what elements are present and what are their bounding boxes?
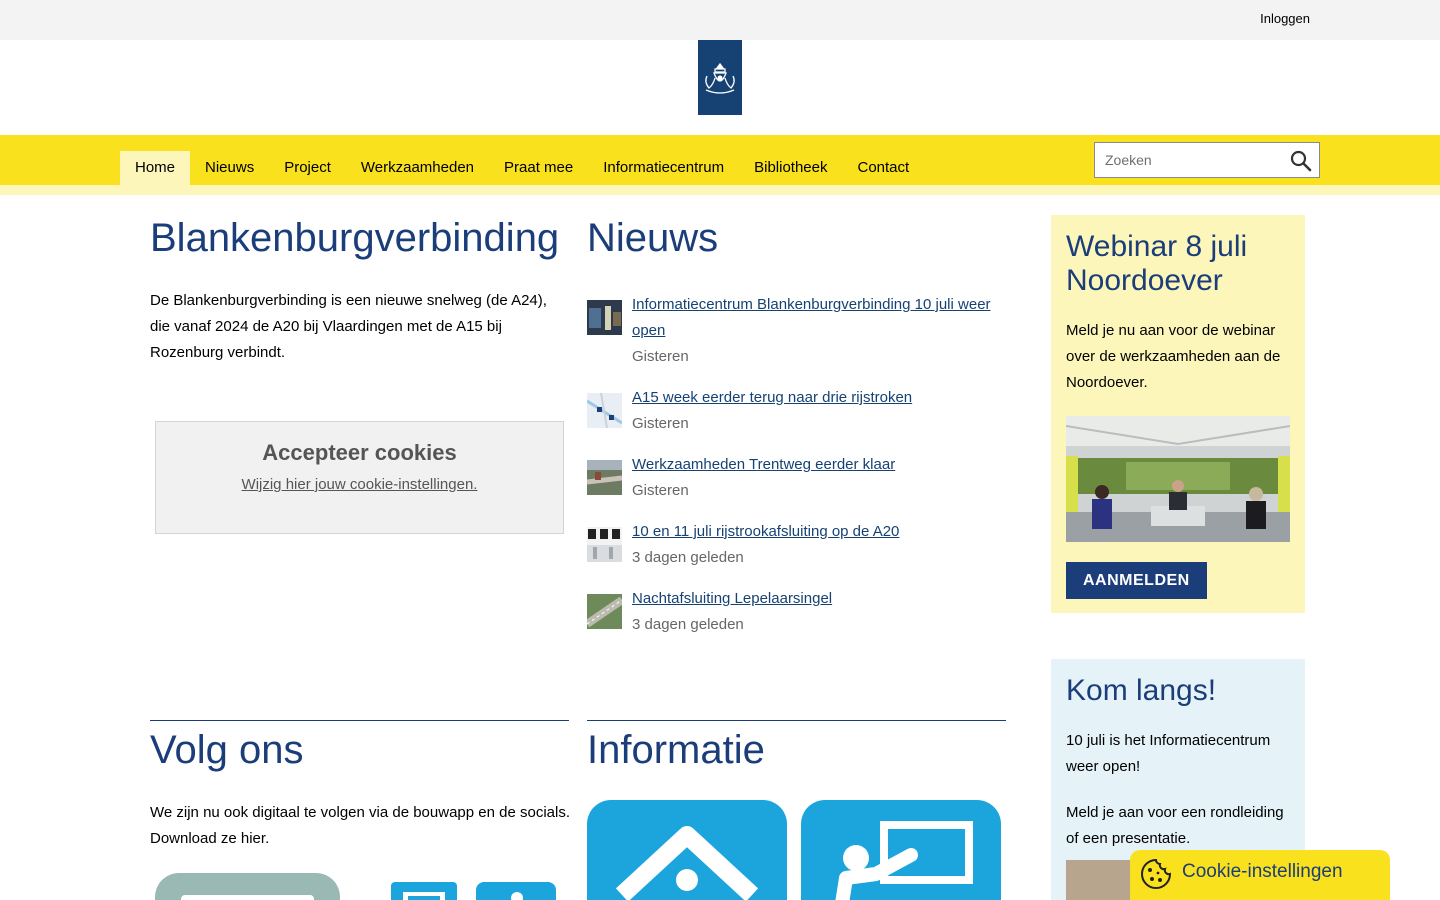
news-date: Gisteren: [632, 348, 689, 365]
news-thumbnail[interactable]: [587, 460, 622, 495]
kom-langs-text-1: 10 juli is het Informatiecentrum weer op…: [1066, 732, 1271, 775]
volg-ons-heading: Volg ons: [150, 728, 304, 772]
news-link[interactable]: A15 week eerder terug naar drie rijstrok…: [632, 389, 912, 406]
nav-item-nieuws[interactable]: Nieuws: [190, 151, 269, 185]
kom-langs-text-2: Meld je aan voor een rondleiding of een …: [1066, 804, 1284, 847]
news-list: Informatiecentrum Blankenburgverbinding …: [587, 292, 1007, 653]
cookie-icon: [1141, 858, 1172, 889]
news-date: 3 dagen geleden: [632, 549, 744, 566]
screen-app-icon[interactable]: [385, 882, 457, 900]
aanmelden-button[interactable]: AANMELDEN: [1066, 562, 1207, 599]
cookie-placeholder-box: Accepteer cookies Wijzig hier jouw cooki…: [155, 421, 564, 534]
news-thumbnail[interactable]: [587, 527, 622, 562]
nav-item-contact[interactable]: Contact: [843, 151, 925, 185]
login-link[interactable]: Inloggen: [1260, 11, 1310, 26]
news-item: Informatiecentrum Blankenburgverbinding …: [587, 292, 1007, 370]
nav-item-project[interactable]: Project: [269, 151, 346, 185]
cookie-box-title: Accepteer cookies: [262, 440, 457, 465]
search-box: [1094, 142, 1320, 178]
news-date: Gisteren: [632, 415, 689, 432]
nav-underline-strip: [0, 185, 1440, 195]
volg-ons-text: We zijn nu ook digitaal te volgen via de…: [150, 804, 570, 847]
cookie-settings-label: Cookie-instellingen: [1182, 861, 1343, 882]
home-info-tile[interactable]: [587, 800, 787, 900]
bouwapp-icon[interactable]: [155, 873, 340, 900]
house-icon: [615, 826, 759, 900]
nav-item-praat-mee[interactable]: Praat mee: [489, 151, 588, 185]
volg-divider: [150, 720, 569, 721]
intro-text: De Blankenburgverbinding is een nieuwe s…: [150, 292, 547, 361]
nav-item-informatiecentrum[interactable]: Informatiecentrum: [588, 151, 739, 185]
search-button[interactable]: [1289, 149, 1313, 173]
news-thumbnail[interactable]: [587, 594, 622, 629]
search-icon: [1290, 150, 1312, 172]
news-thumbnail[interactable]: [587, 393, 622, 428]
cookie-settings-button[interactable]: Cookie-instellingen: [1130, 850, 1390, 900]
top-bar: Inloggen: [0, 0, 1440, 40]
webinar-studio-image: [1066, 416, 1290, 542]
news-link[interactable]: Nachtafsluiting Lepelaarsingel: [632, 590, 832, 607]
webinar-text: Meld je nu aan voor de webinar over de w…: [1066, 322, 1281, 391]
news-date: Gisteren: [632, 482, 689, 499]
webinar-panel: Webinar 8 juli Noordoever Meld je nu aan…: [1051, 215, 1305, 613]
nav-item-bibliotheek[interactable]: Bibliotheek: [739, 151, 842, 185]
news-date: 3 dagen geleden: [632, 616, 744, 633]
rijksoverheid-logo[interactable]: [698, 40, 742, 115]
informatie-divider: [587, 720, 1006, 721]
news-link[interactable]: Werkzaamheden Trentweg eerder klaar: [632, 456, 895, 473]
news-heading: Nieuws: [587, 216, 719, 260]
informatie-heading: Informatie: [587, 728, 765, 772]
news-item: 10 en 11 juli rijstrookafsluiting op de …: [587, 519, 1007, 571]
news-thumbnail[interactable]: [587, 300, 622, 335]
page-title: Blankenburgverbinding: [150, 216, 560, 260]
coat-of-arms-icon: [705, 62, 735, 94]
nav-item-werkzaamheden[interactable]: Werkzaamheden: [346, 151, 489, 185]
presentation-icon: [835, 821, 973, 900]
cookie-settings-link[interactable]: Wijzig hier jouw cookie-instellingen.: [242, 476, 478, 493]
main-nav: Home Nieuws Project Werkzaamheden Praat …: [120, 151, 924, 185]
nav-item-home[interactable]: Home: [120, 151, 191, 185]
search-input[interactable]: [1095, 143, 1281, 177]
presentation-info-tile[interactable]: [801, 800, 1001, 900]
news-link[interactable]: 10 en 11 juli rijstrookafsluiting op de …: [632, 523, 899, 540]
webinar-title: Webinar 8 juli Noordoever: [1066, 230, 1248, 297]
kom-langs-title: Kom langs!: [1066, 674, 1217, 707]
info-app-icon[interactable]: [476, 882, 556, 900]
news-item: A15 week eerder terug naar drie rijstrok…: [587, 385, 1007, 437]
news-item: Nachtafsluiting Lepelaarsingel 3 dagen g…: [587, 586, 1007, 638]
kom-langs-image: [1066, 860, 1136, 900]
news-item: Werkzaamheden Trentweg eerder klaar Gist…: [587, 452, 1007, 504]
news-link[interactable]: Informatiecentrum Blankenburgverbinding …: [632, 296, 991, 339]
